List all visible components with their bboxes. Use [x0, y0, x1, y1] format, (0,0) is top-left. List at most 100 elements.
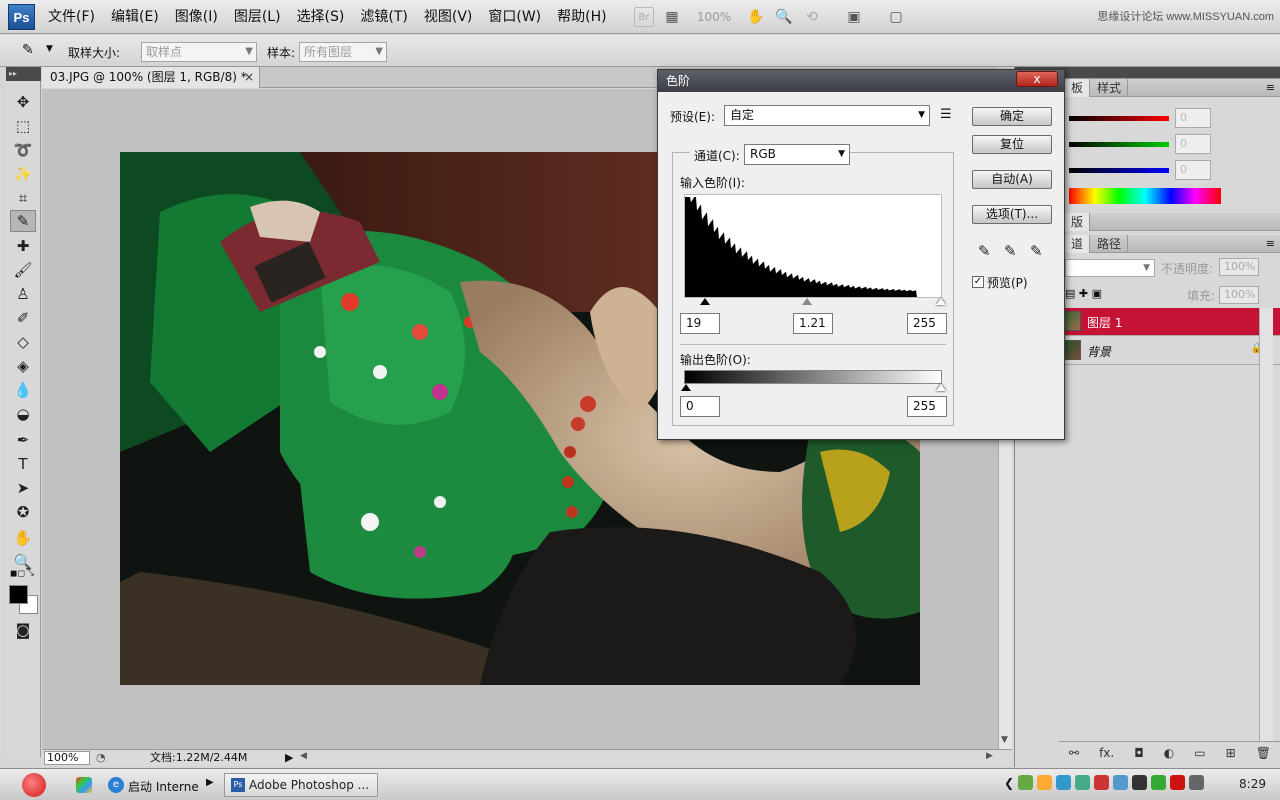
input-black-field[interactable]: 19: [680, 313, 720, 334]
zoom-icon[interactable]: 🔍: [774, 7, 794, 27]
input-gamma-slider[interactable]: [802, 298, 812, 305]
input-white-field[interactable]: 255: [907, 313, 947, 334]
hand-icon[interactable]: ✋: [746, 7, 766, 27]
tray-volume-icon[interactable]: [1113, 775, 1128, 790]
opacity-field[interactable]: 100%: [1219, 258, 1259, 276]
lock-icons[interactable]: ▤ ✚ ▣: [1065, 287, 1102, 300]
menu-layer[interactable]: 图层(L): [226, 0, 289, 34]
photoshop-logo[interactable]: Ps: [8, 4, 35, 30]
document-tab[interactable]: 03.JPG @ 100% (图层 1, RGB/8) *: [42, 67, 260, 88]
output-white-field[interactable]: 255: [907, 396, 947, 417]
menu-filter[interactable]: 滤镜(T): [352, 0, 415, 34]
red-slider[interactable]: 0: [1069, 108, 1229, 128]
eraser-tool-icon[interactable]: ◇: [10, 331, 36, 353]
new-layer-icon[interactable]: ⊞: [1226, 746, 1236, 760]
menu-select[interactable]: 选择(S): [289, 0, 353, 34]
adjustment-layer-icon[interactable]: ◐: [1164, 746, 1174, 760]
eyedropper-preset-icon[interactable]: ✎: [22, 42, 34, 58]
shape-tool-icon[interactable]: ✪: [10, 501, 36, 523]
foreground-color-swatch[interactable]: [9, 585, 28, 604]
status-info-icon[interactable]: ◔: [96, 751, 106, 764]
new-group-icon[interactable]: ▭: [1194, 746, 1205, 760]
ok-button[interactable]: 确定: [972, 107, 1052, 126]
black-point-eyedropper-icon[interactable]: ✎: [978, 242, 991, 260]
scroll-right-icon[interactable]: ▶: [986, 751, 993, 761]
path-selection-tool-icon[interactable]: ➤: [10, 477, 36, 499]
status-menu-arrow-icon[interactable]: ▶: [285, 751, 293, 764]
layer-row-layer1[interactable]: 图层 1: [1059, 308, 1280, 336]
magic-wand-tool-icon[interactable]: ✨: [10, 163, 36, 185]
crop-tool-icon[interactable]: ⌗: [10, 187, 36, 209]
clock[interactable]: 8:29: [1239, 777, 1266, 791]
start-heart-icon[interactable]: [22, 773, 46, 797]
menu-edit[interactable]: 编辑(E): [103, 0, 167, 34]
view-extras-icon[interactable]: ▦: [662, 7, 682, 27]
link-layers-icon[interactable]: ⚯: [1069, 746, 1079, 760]
blur-tool-icon[interactable]: 💧: [10, 379, 36, 401]
tray-app-icon[interactable]: [1132, 775, 1147, 790]
zoom-level-menu[interactable]: 100%: [690, 10, 738, 24]
preset-options-icon[interactable]: ☰: [940, 107, 952, 122]
toolbox-collapse-icon[interactable]: ▸▸: [6, 67, 41, 81]
tab-styles[interactable]: 样式: [1091, 79, 1129, 97]
pen-tool-icon[interactable]: ✒: [10, 429, 36, 451]
auto-button[interactable]: 自动(A): [972, 170, 1052, 189]
sample-size-select[interactable]: 取样点 ▼: [141, 42, 257, 62]
tray-app-icon[interactable]: [1170, 775, 1185, 790]
layers-panel-menu-icon[interactable]: ≡: [1266, 237, 1275, 250]
default-colors-icon[interactable]: ◼◻: [10, 569, 25, 579]
preview-checkbox[interactable]: ✓: [972, 276, 984, 288]
quick-mask-icon[interactable]: ◙: [10, 619, 36, 641]
healing-brush-tool-icon[interactable]: ✚: [10, 235, 36, 257]
arrange-documents-icon[interactable]: ▣: [844, 7, 864, 27]
layer-mask-icon[interactable]: ◘: [1134, 746, 1144, 760]
tab-channels[interactable]: 道: [1065, 235, 1091, 253]
tab-swatches[interactable]: 版: [1065, 213, 1091, 231]
brush-tool-icon[interactable]: 🖌: [10, 259, 36, 281]
levels-title-bar[interactable]: 色阶: [658, 70, 1064, 92]
close-document-icon[interactable]: ×: [244, 67, 254, 88]
panel-menu-icon[interactable]: ≡: [1266, 81, 1275, 94]
input-white-slider[interactable]: [936, 298, 946, 305]
rotate-view-icon[interactable]: ⟲: [802, 7, 822, 27]
tray-network-icon[interactable]: [1056, 775, 1071, 790]
hand-tool-icon[interactable]: ✋: [10, 527, 36, 549]
gray-point-eyedropper-icon[interactable]: ✎: [1004, 242, 1017, 260]
lasso-tool-icon[interactable]: ➰: [10, 139, 36, 161]
ie-icon[interactable]: e: [108, 777, 124, 793]
tray-expand-icon[interactable]: ❮: [1004, 776, 1014, 790]
channel-select[interactable]: RGB ▼: [744, 144, 850, 165]
reset-button[interactable]: 复位: [972, 135, 1052, 154]
input-gamma-field[interactable]: 1.21: [793, 313, 833, 334]
swap-colors-icon[interactable]: ⤡: [26, 567, 34, 578]
screen-mode-icon[interactable]: ▢: [886, 7, 906, 27]
input-black-slider[interactable]: [700, 298, 710, 305]
eyedropper-tool-icon[interactable]: ✎: [10, 210, 36, 232]
menu-view[interactable]: 视图(V): [416, 0, 481, 34]
fill-field[interactable]: 100%: [1219, 286, 1259, 304]
color-spectrum[interactable]: [1069, 188, 1221, 204]
output-white-slider[interactable]: [936, 384, 946, 391]
blue-slider[interactable]: 0: [1069, 160, 1229, 180]
clone-stamp-tool-icon[interactable]: ♙: [10, 283, 36, 305]
scroll-left-icon[interactable]: ◀: [300, 751, 307, 761]
tray-qq-icon[interactable]: [1037, 775, 1052, 790]
close-dialog-button[interactable]: x: [1016, 71, 1058, 87]
layers-scrollbar[interactable]: [1259, 308, 1273, 742]
menu-image[interactable]: 图像(I): [167, 0, 226, 34]
menu-file[interactable]: 文件(F): [40, 0, 103, 34]
layer-style-icon[interactable]: fx.: [1099, 746, 1114, 760]
tray-security-icon[interactable]: [1151, 775, 1166, 790]
quicklaunch-icon[interactable]: [76, 777, 92, 793]
zoom-field[interactable]: 100%: [44, 751, 90, 765]
preset-dropdown-icon[interactable]: ▼: [46, 44, 53, 54]
taskbar-arrow-icon[interactable]: ▶: [206, 777, 214, 788]
tray-app-icon[interactable]: [1018, 775, 1033, 790]
history-brush-tool-icon[interactable]: ✐: [10, 307, 36, 329]
preset-select[interactable]: 自定 ▼: [724, 105, 930, 126]
sample-layers-select[interactable]: 所有图层 ▼: [299, 42, 387, 62]
paint-bucket-tool-icon[interactable]: ◈: [10, 355, 36, 377]
ie-task-label[interactable]: 启动 Interne: [128, 778, 199, 795]
menu-window[interactable]: 窗口(W): [480, 0, 549, 34]
dodge-tool-icon[interactable]: ◒: [10, 403, 36, 425]
